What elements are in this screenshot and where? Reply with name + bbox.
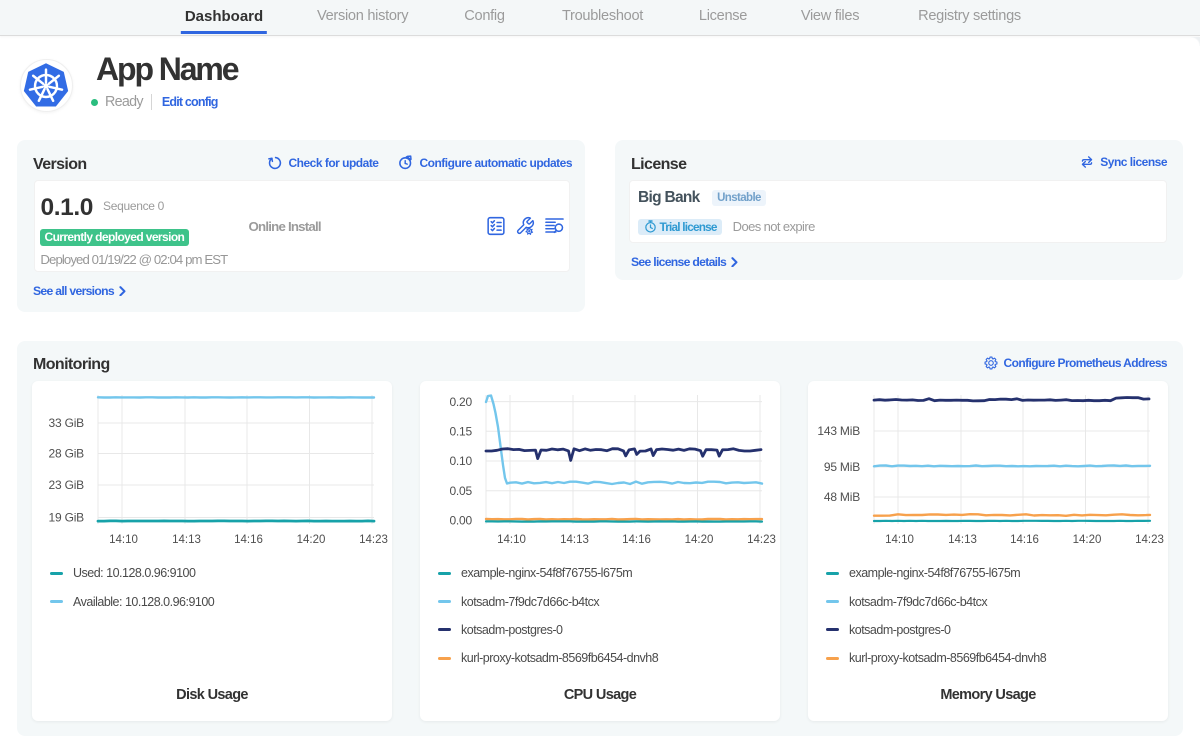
svg-text:95 MiB: 95 MiB [824, 460, 860, 474]
svg-text:14:20: 14:20 [297, 534, 326, 546]
svg-text:0.00: 0.00 [449, 514, 472, 528]
svg-text:14:16: 14:16 [1010, 534, 1039, 546]
svg-text:48 MiB: 48 MiB [824, 490, 860, 504]
svg-text:14:13: 14:13 [948, 534, 977, 546]
svg-text:14:10: 14:10 [885, 534, 914, 546]
svg-text:33 GiB: 33 GiB [49, 416, 85, 430]
svg-text:14:10: 14:10 [497, 534, 526, 546]
svg-text:14:13: 14:13 [172, 534, 201, 546]
svg-text:0.15: 0.15 [449, 425, 472, 439]
svg-text:23 GiB: 23 GiB [49, 478, 85, 492]
svg-text:14:20: 14:20 [1073, 534, 1102, 546]
svg-text:14:10: 14:10 [109, 534, 138, 546]
svg-text:143 MiB: 143 MiB [817, 424, 860, 438]
svg-text:19 GiB: 19 GiB [49, 511, 85, 525]
svg-text:14:20: 14:20 [685, 534, 714, 546]
svg-text:0.05: 0.05 [449, 484, 472, 498]
svg-text:14:13: 14:13 [560, 534, 589, 546]
svg-text:14:16: 14:16 [234, 534, 263, 546]
svg-text:14:23: 14:23 [747, 534, 776, 546]
svg-text:14:23: 14:23 [1135, 534, 1164, 546]
svg-text:14:23: 14:23 [359, 534, 388, 546]
svg-text:0.20: 0.20 [449, 395, 472, 409]
svg-text:28 GiB: 28 GiB [49, 447, 85, 461]
svg-text:0.10: 0.10 [449, 454, 472, 468]
svg-text:14:16: 14:16 [622, 534, 651, 546]
